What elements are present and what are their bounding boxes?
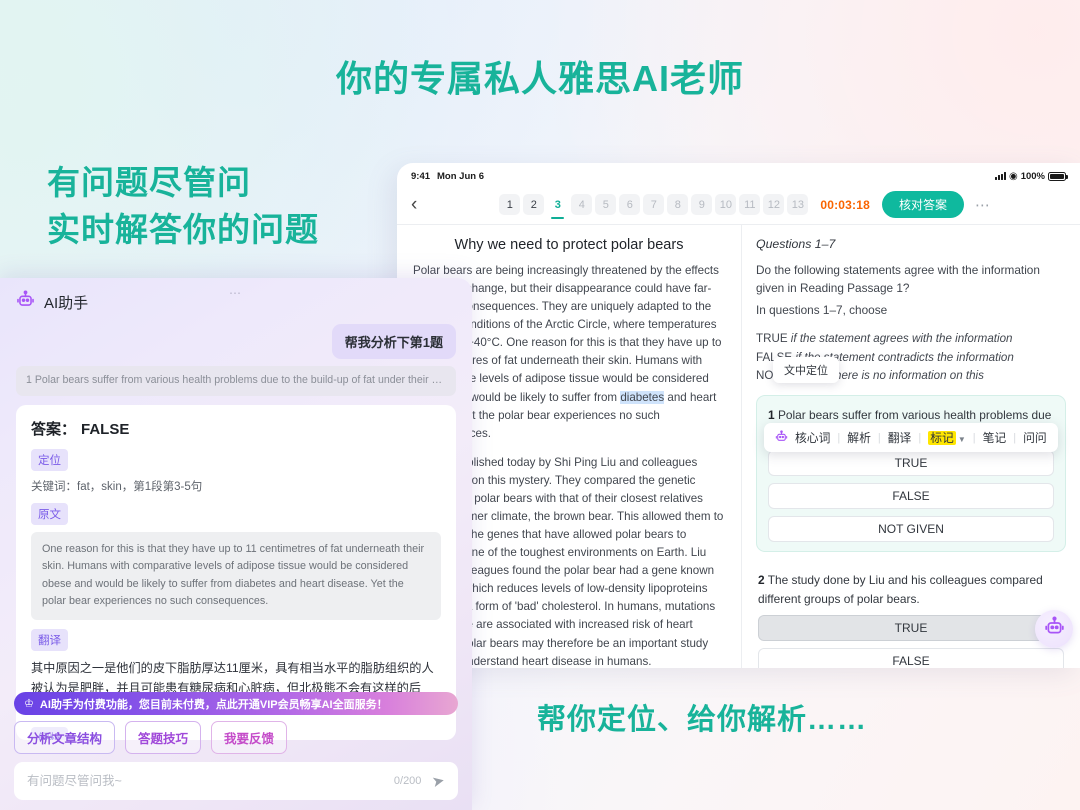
questions-instruction-2: In questions 1–7, choose <box>756 302 888 317</box>
exam-timer: 00:03:18 <box>820 197 870 212</box>
device-status-bar: 9:41 Mon Jun 6 ◉ 100% <box>397 163 1080 185</box>
section-tag-source: 原文 <box>31 502 68 525</box>
ai-input-bar: 0/200 ➤ <box>14 762 458 800</box>
quick-action-chips: 分析文章结构 答题技巧 我要反馈 <box>14 721 288 754</box>
menu-item-ask[interactable]: 问问 <box>1023 429 1047 446</box>
page-button[interactable]: 8 <box>667 194 689 215</box>
ai-assistant-fab[interactable] <box>1035 610 1073 648</box>
more-options-icon[interactable]: ⋯ <box>975 196 992 214</box>
bottom-tagline: 帮你定位、给你解析…… <box>537 704 868 736</box>
page-button[interactable]: 12 <box>763 194 785 215</box>
user-message-bubble: 帮我分析下第1题 <box>331 324 456 359</box>
sub-headline: 有问题尽管问 实时解答你的问题 <box>47 160 319 254</box>
ai-message-input[interactable] <box>27 774 394 788</box>
answer-option-true[interactable]: TRUE <box>758 615 1064 641</box>
menu-divider: | <box>877 431 881 444</box>
question-text: 2 The study done by Liu and his colleagu… <box>758 573 1043 606</box>
legend-row: TRUE if the statement agrees with the in… <box>756 331 1013 345</box>
crown-icon: ♔ <box>24 698 34 710</box>
section-tag-translation: 翻译 <box>31 628 68 651</box>
chip-feedback[interactable]: 我要反馈 <box>211 721 288 754</box>
user-message-row: 帮我分析下第1题 <box>0 318 472 359</box>
selection-context-menu[interactable]: 核心词 | 解析 | 翻译 | 标记 ▼ | 笔记 | 问问 <box>764 423 1058 452</box>
panel-drag-handle[interactable]: ⋯ <box>229 286 243 300</box>
answer-headline: 答案： FALSE <box>31 420 130 438</box>
questions-panel: Questions 1–7 Do the following statement… <box>742 225 1080 668</box>
ai-panel-title: AI助手 <box>44 294 89 312</box>
page-button[interactable]: 6 <box>619 194 641 215</box>
status-time: 9:41 <box>411 170 431 182</box>
menu-item-note[interactable]: 笔记 <box>983 429 1007 446</box>
quoted-question-row: 1 Polar bears suffer from various health… <box>0 359 472 396</box>
check-answer-button[interactable]: 核对答案 <box>881 191 964 218</box>
passage-title: Why we need to protect polar bears <box>454 237 684 253</box>
menu-divider: | <box>918 431 922 444</box>
send-icon[interactable]: ➤ <box>431 771 447 791</box>
robot-icon <box>16 290 35 314</box>
page-button-active[interactable]: 3 <box>547 194 568 219</box>
highlighted-word: diabetes <box>620 390 665 404</box>
question-card-2: 2 The study done by Liu and his colleagu… <box>756 561 1066 668</box>
page-button[interactable]: 11 <box>739 194 761 215</box>
back-icon[interactable]: ‹ <box>407 195 421 214</box>
caret-down-icon: ▼ <box>957 435 966 444</box>
vip-banner-text: AI助手为付费功能，您目前未付费，点此开通VIP会员畅享AI全面服务！ <box>39 698 388 711</box>
status-date: Mon Jun 6 <box>437 170 484 182</box>
sub-headline-line-2: 实时解答你的问题 <box>47 210 319 248</box>
page-button[interactable]: 13 <box>787 194 809 215</box>
menu-divider: | <box>972 431 976 444</box>
wifi-icon: ◉ <box>1008 170 1018 182</box>
page-button[interactable]: 7 <box>643 194 665 215</box>
sub-headline-line-1: 有问题尽管问 <box>47 164 251 201</box>
chip-analyze-structure[interactable]: 分析文章结构 <box>14 721 116 754</box>
answer-value: FALSE <box>81 420 130 438</box>
page-button[interactable]: 2 <box>523 194 545 215</box>
page-button[interactable]: 1 <box>499 194 521 215</box>
ai-panel-header: AI助手 ⋯ <box>0 278 472 318</box>
robot-icon <box>1044 616 1065 642</box>
menu-divider: | <box>837 431 841 444</box>
menu-item-translate[interactable]: 翻译 <box>888 429 912 446</box>
page-button[interactable]: 10 <box>715 194 737 215</box>
question-pager[interactable]: 1 2 3 4 5 6 7 8 9 10 11 12 13 <box>499 194 809 219</box>
menu-item-mark[interactable]: 标记 ▼ <box>928 429 966 446</box>
page-button[interactable]: 9 <box>691 194 713 215</box>
keywords-line: 关键词：fat，skin，第1段第3-5句 <box>31 480 203 493</box>
vip-upgrade-banner[interactable]: ♔ AI助手为付费功能，您目前未付费，点此开通VIP会员畅享AI全面服务！ <box>14 692 458 715</box>
page-button[interactable]: 5 <box>595 194 617 215</box>
answer-option-not-given[interactable]: NOT GIVEN <box>768 516 1054 543</box>
robot-icon <box>775 429 788 446</box>
answer-option-true[interactable]: TRUE <box>768 450 1054 477</box>
questions-instruction-1: Do the following statements agree with t… <box>756 263 1040 296</box>
locate-in-text-tooltip: 文中定位 <box>773 357 839 383</box>
exam-toolbar: ‹ 1 2 3 4 5 6 7 8 9 10 11 12 13 00:03:18… <box>397 185 1080 225</box>
battery-icon <box>1048 171 1068 181</box>
ai-assistant-panel: AI助手 ⋯ 帮我分析下第1题 1 Polar bears suffer fro… <box>0 278 472 810</box>
questions-heading: Questions 1–7 <box>756 237 836 251</box>
menu-divider: | <box>1013 431 1017 444</box>
page-title: 你的专属私人雅思AI老师 <box>335 58 744 99</box>
signal-icon <box>994 172 1006 180</box>
menu-item-core-words[interactable]: 核心词 <box>795 429 830 446</box>
menu-item-explanation[interactable]: 解析 <box>847 429 871 446</box>
battery-percent: 100% <box>1020 170 1045 182</box>
char-counter: 0/200 <box>393 775 422 787</box>
tablet-device: 9:41 Mon Jun 6 ◉ 100% ‹ 1 2 3 4 5 6 7 8 … <box>397 163 1080 668</box>
ai-answer-card: 答案： FALSE 定位 关键词：fat，skin，第1段第3-5句 原文 One… <box>16 404 456 740</box>
exam-body: Why we need to protect polar bears Polar… <box>397 225 1080 668</box>
question-card-1: 1 Polar bears suffer from various health… <box>756 395 1066 553</box>
page-button[interactable]: 4 <box>571 194 593 215</box>
answer-option-false[interactable]: FALSE <box>758 648 1064 668</box>
source-text-box: One reason for this is that they have up… <box>31 531 441 620</box>
quoted-question: 1 Polar bears suffer from various health… <box>16 366 456 396</box>
chip-answer-tips[interactable]: 答题技巧 <box>125 721 202 754</box>
section-tag-locate: 定位 <box>31 448 68 471</box>
answer-option-false[interactable]: FALSE <box>768 483 1054 510</box>
